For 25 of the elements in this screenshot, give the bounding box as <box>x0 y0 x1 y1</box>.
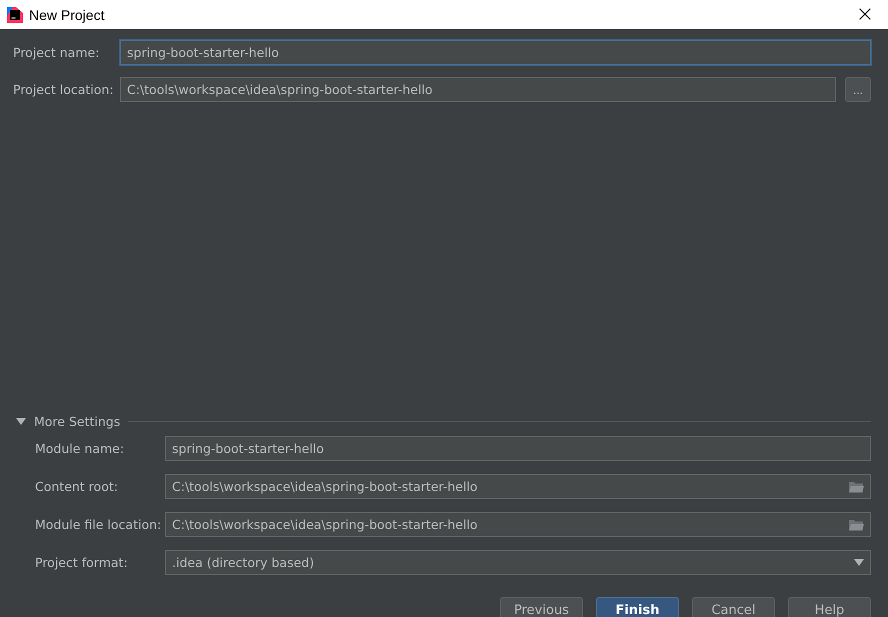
dialog-button[interactable]: Help <box>788 597 871 617</box>
input-field[interactable]: C:\tools\workspace\idea\spring-boot-starter-hello <box>165 474 871 499</box>
field-label: Module name: <box>35 441 126 456</box>
field-label: Project location: <box>13 82 115 97</box>
field-label: Project format: <box>35 555 129 570</box>
browse-button[interactable]: ... <box>845 77 871 102</box>
more-settings-toggle[interactable]: More Settings <box>16 414 120 428</box>
input-field[interactable]: spring-boot-starter-hello <box>165 436 871 461</box>
caret-icon <box>854 559 864 566</box>
folder-icon[interactable] <box>849 518 864 530</box>
field-label: Module file location: <box>35 517 162 532</box>
input-field[interactable]: spring-boot-starter-hello <box>120 40 871 65</box>
app-logo-icon <box>7 6 23 22</box>
folder-icon[interactable] <box>849 480 864 492</box>
field-label: Project name: <box>13 45 100 60</box>
input-field[interactable]: C:\tools\workspace\idea\spring-boot-starter-hello <box>165 512 871 537</box>
close-button[interactable]: × <box>842 0 888 29</box>
field-label: Content root: <box>35 479 119 494</box>
caret-icon <box>16 418 26 424</box>
dialog-button[interactable]: Cancel <box>692 597 775 617</box>
input-field[interactable]: C:\tools\workspace\idea\spring-boot-starter-hello <box>120 77 836 102</box>
dialog-button[interactable]: Previous <box>500 597 583 617</box>
dropdown[interactable]: .idea (directory based) <box>165 550 871 575</box>
window-title: New Project <box>29 6 106 22</box>
dialog-button[interactable]: Finish <box>596 597 679 617</box>
